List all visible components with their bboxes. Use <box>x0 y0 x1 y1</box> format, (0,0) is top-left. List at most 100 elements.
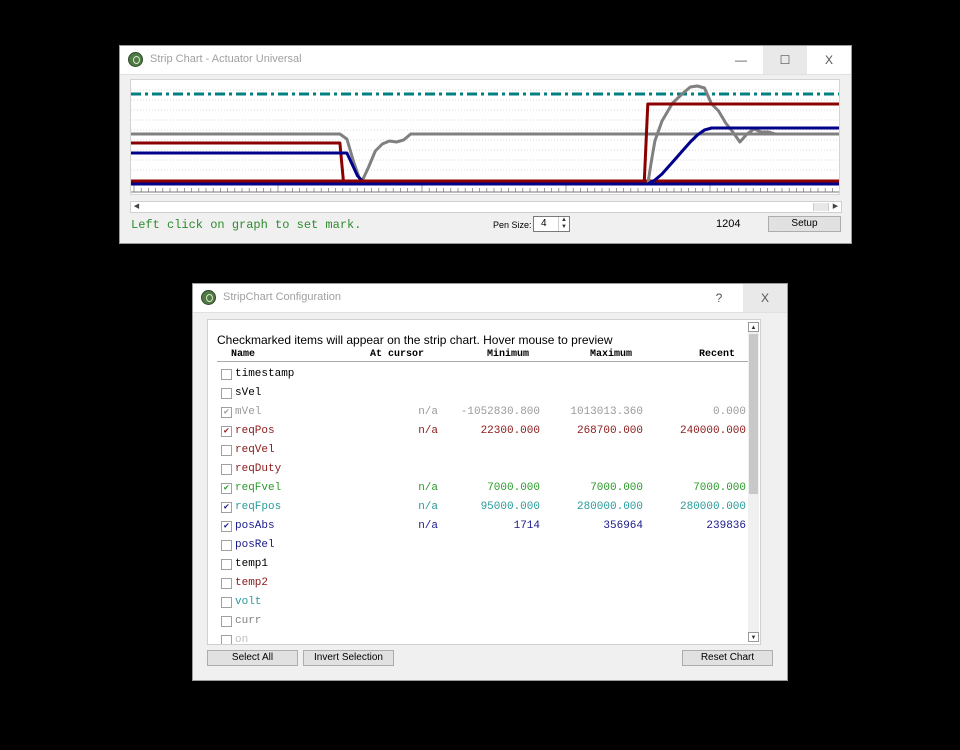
row-recent: 280000.000 <box>679 501 746 513</box>
invert-selection-button[interactable]: Invert Selection <box>303 650 394 666</box>
row-checkbox[interactable] <box>221 578 232 589</box>
table-row[interactable]: reqDuty <box>217 461 752 480</box>
row-at: n/a <box>418 406 438 418</box>
vertical-scrollbar[interactable]: ▲ ▼ <box>748 322 759 642</box>
row-max: 7000.000 <box>590 482 643 494</box>
row-checkbox[interactable] <box>221 464 232 475</box>
row-checkbox[interactable]: ✔ <box>221 483 232 494</box>
row-checkbox[interactable] <box>221 616 232 627</box>
series-lines <box>131 84 839 186</box>
scroll-thumb[interactable] <box>749 334 758 494</box>
row-at: n/a <box>418 425 438 437</box>
table-row[interactable]: ✔ mVel n/a -1052830.800 1013013.360 0.000 <box>217 404 752 423</box>
series-line <box>131 126 839 186</box>
table-row[interactable]: reqVel <box>217 442 752 461</box>
row-name: reqVel <box>235 444 275 456</box>
row-name: reqFpos <box>235 501 282 513</box>
row-name: temp1 <box>235 558 269 570</box>
pen-size-stepper[interactable]: 4 ▲ ▼ <box>533 216 570 232</box>
help-button[interactable]: ? <box>697 284 741 312</box>
row-checkbox[interactable] <box>221 369 232 380</box>
scroll-thumb[interactable] <box>813 203 829 211</box>
table-row[interactable]: volt <box>217 594 752 613</box>
row-min: 22300.000 <box>480 425 540 437</box>
table-row[interactable]: on <box>217 632 752 645</box>
table-row[interactable]: posRel <box>217 537 752 556</box>
window-title: Strip Chart - Actuator Universal <box>150 53 302 65</box>
row-checkbox[interactable]: ✔ <box>221 426 232 437</box>
scroll-right-icon[interactable]: ▶ <box>830 202 841 212</box>
series-line <box>131 151 839 186</box>
row-checkbox[interactable]: ✔ <box>221 521 232 532</box>
row-name: reqPos <box>235 425 275 437</box>
pen-size-value: 4 <box>541 218 547 229</box>
row-checkbox[interactable] <box>221 388 232 399</box>
series-line <box>131 132 839 185</box>
row-at: n/a <box>418 482 438 494</box>
table-row[interactable]: ✔ reqPos n/a 22300.000 268700.000 240000.000 <box>217 423 752 442</box>
app-logo-icon <box>128 52 143 67</box>
row-at: n/a <box>418 501 438 513</box>
row-at: n/a <box>418 520 438 532</box>
table-row[interactable]: ✔ reqFpos n/a 95000.000 280000.000 280000.000 <box>217 499 752 518</box>
column-headers: Name At cursor Minimum Maximum Recent <box>217 349 752 362</box>
row-max: 356964 <box>603 520 643 532</box>
col-maximum: Maximum <box>590 349 633 360</box>
maximize-button[interactable]: ☐ <box>763 46 807 74</box>
horizontal-scrollbar[interactable]: ◀ ▶ <box>130 201 842 213</box>
reset-chart-button[interactable]: Reset Chart <box>682 650 773 666</box>
row-checkbox[interactable]: ✔ <box>221 407 232 418</box>
row-checkbox[interactable] <box>221 445 232 456</box>
table-row[interactable]: timestamp <box>217 366 752 385</box>
app-logo-icon <box>201 290 216 305</box>
minimize-button[interactable]: — <box>719 46 763 74</box>
pen-size-label: Pen Size: <box>493 220 532 230</box>
col-at-cursor: At cursor <box>370 349 425 360</box>
scroll-up-icon[interactable]: ▲ <box>748 322 759 332</box>
config-titlebar: StripChart Configuration ? X <box>193 284 787 313</box>
stepper-arrows-icon[interactable]: ▲ ▼ <box>558 217 569 231</box>
row-name: volt <box>235 596 262 608</box>
table-row[interactable]: ✔ posAbs n/a 1714 356964 239836 <box>217 518 752 537</box>
row-recent: 239836 <box>706 520 746 532</box>
table-row[interactable]: sVel <box>217 385 752 404</box>
row-max: 1013013.360 <box>570 406 643 418</box>
row-name: reqFvel <box>235 482 282 494</box>
row-name: temp2 <box>235 577 269 589</box>
table-row[interactable]: temp1 <box>217 556 752 575</box>
row-name: curr <box>235 615 262 627</box>
row-recent: 7000.000 <box>693 482 746 494</box>
scroll-down-icon[interactable]: ▼ <box>748 632 759 642</box>
series-line <box>131 141 839 183</box>
row-checkbox[interactable] <box>221 635 232 644</box>
setup-button[interactable]: Setup <box>768 216 841 232</box>
col-name: Name <box>231 349 256 360</box>
row-checkbox[interactable] <box>221 559 232 570</box>
row-min: -1052830.800 <box>460 406 540 418</box>
close-button[interactable]: X <box>807 46 851 74</box>
strip-chart-plot[interactable] <box>130 79 840 195</box>
table-row[interactable]: ✔ reqFvel n/a 7000.000 7000.000 7000.000 <box>217 480 752 499</box>
instructions-text: Checkmarked items will appear on the str… <box>217 333 613 347</box>
row-name: reqDuty <box>235 463 282 475</box>
col-recent: Recent <box>699 349 736 360</box>
strip-chart-window: Strip Chart - Actuator Universal — ☐ X ◀… <box>119 45 852 244</box>
row-name: posRel <box>235 539 275 551</box>
strip-chart-titlebar: Strip Chart - Actuator Universal — ☐ X <box>120 46 851 75</box>
select-all-button[interactable]: Select All <box>207 650 298 666</box>
table-row[interactable]: temp2 <box>217 575 752 594</box>
row-checkbox[interactable]: ✔ <box>221 502 232 513</box>
row-name: on <box>235 634 249 645</box>
scroll-left-icon[interactable]: ◀ <box>131 202 142 212</box>
row-checkbox[interactable] <box>221 540 232 551</box>
config-title: StripChart Configuration <box>223 291 342 303</box>
row-recent: 0.000 <box>712 406 746 418</box>
config-window: StripChart Configuration ? X Checkmarked… <box>192 283 788 681</box>
hint-text: Left click on graph to set mark. <box>131 218 362 232</box>
row-checkbox[interactable] <box>221 597 232 608</box>
strip-chart-svg <box>131 84 839 193</box>
row-name: mVel <box>235 406 262 418</box>
table-row[interactable]: curr <box>217 613 752 632</box>
close-button[interactable]: X <box>743 284 787 312</box>
row-min: 1714 <box>513 520 540 532</box>
